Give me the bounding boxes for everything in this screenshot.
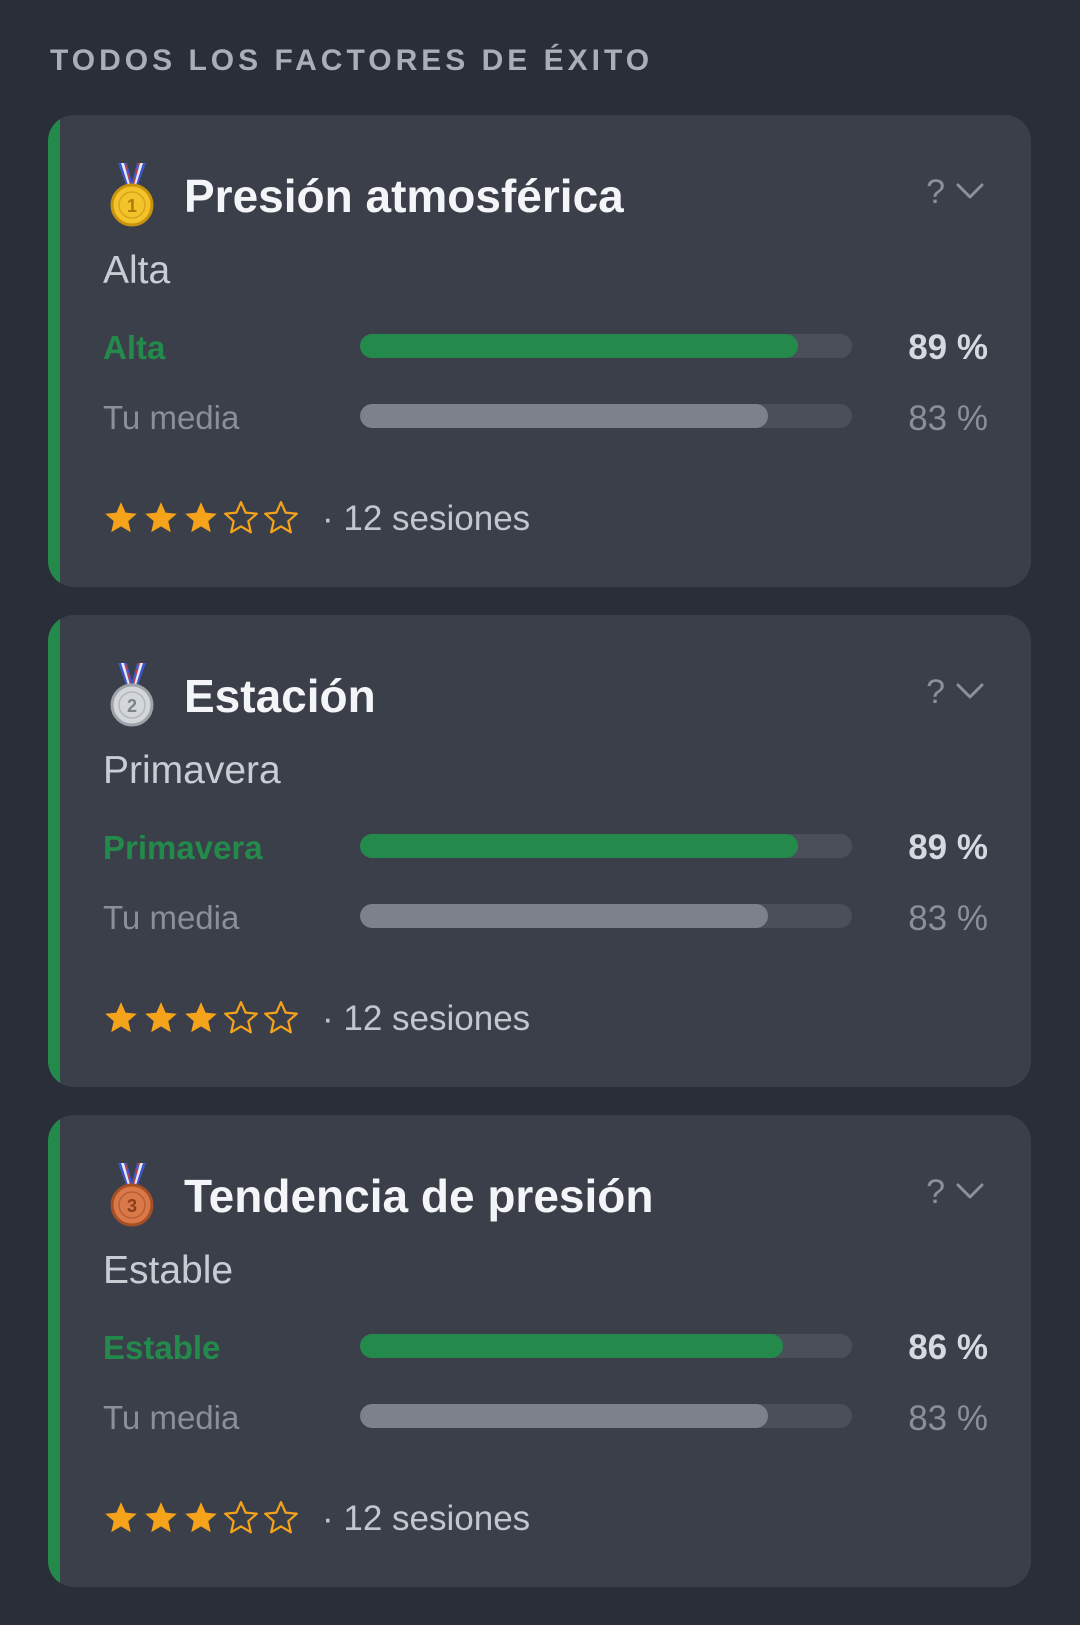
chevron-down-icon[interactable] <box>955 681 985 701</box>
main-progress-fill <box>360 334 798 358</box>
star-filled-icon <box>185 1502 217 1533</box>
main-progress-bar <box>360 334 852 358</box>
star-filled-icon <box>105 502 137 533</box>
average-percentage: 83 % <box>908 1399 988 1438</box>
star-empty-icon <box>224 501 258 534</box>
average-label: Tu media <box>103 1399 240 1436</box>
average-progress-fill <box>360 1404 769 1428</box>
factor-title: Tendencia de presión <box>184 1170 654 1222</box>
average-percentage: 83 % <box>908 399 988 438</box>
star-filled-icon <box>105 1502 137 1533</box>
star-filled-icon <box>105 1002 137 1033</box>
factor-title: Estación <box>184 670 376 722</box>
factor-value: Alta <box>103 249 171 292</box>
average-label: Tu media <box>103 899 240 936</box>
help-icon[interactable]: ? <box>926 673 945 712</box>
factor-card[interactable]: 3 Tendencia de presión ? Estable Estable… <box>48 1115 1031 1587</box>
average-progress-fill <box>360 404 769 428</box>
help-icon[interactable]: ? <box>926 173 945 212</box>
star-empty-icon <box>224 1001 258 1034</box>
star-filled-icon <box>185 502 217 533</box>
average-progress-bar <box>360 904 852 928</box>
medal-number: 3 <box>127 1196 137 1216</box>
main-percentage: 86 % <box>908 1328 988 1367</box>
star-rating <box>102 999 302 1039</box>
factor-value: Primavera <box>103 749 281 792</box>
star-filled-icon <box>145 1002 177 1033</box>
star-rating <box>102 1499 302 1539</box>
medal-number: 1 <box>127 196 137 216</box>
main-percentage: 89 % <box>908 328 988 367</box>
factor-card[interactable]: 2 Estación ? Primavera Primavera 89 % Tu… <box>48 615 1031 1087</box>
main-progress-fill <box>360 834 798 858</box>
average-label: Tu media <box>103 399 240 436</box>
chevron-down-icon[interactable] <box>955 181 985 201</box>
star-empty-icon <box>264 501 298 534</box>
medal-number: 2 <box>127 696 137 716</box>
section-title: TODOS LOS FACTORES DE ÉXITO <box>50 44 654 77</box>
average-progress-fill <box>360 904 769 928</box>
main-label: Alta <box>103 329 166 366</box>
factor-value: Estable <box>103 1249 234 1292</box>
main-percentage: 89 % <box>908 828 988 867</box>
chevron-down-icon[interactable] <box>955 1181 985 1201</box>
star-filled-icon <box>145 502 177 533</box>
gold-medal-icon: 1 <box>110 163 154 227</box>
factor-card[interactable]: 1 Presión atmosférica ? Alta Alta 89 % T… <box>48 115 1031 587</box>
sessions-count: · 12 sesiones <box>322 1499 531 1538</box>
factor-title: Presión atmosférica <box>184 170 624 222</box>
silver-medal-icon: 2 <box>110 663 154 727</box>
main-progress-bar <box>360 1334 852 1358</box>
bronze-medal-icon: 3 <box>110 1163 154 1227</box>
star-filled-icon <box>145 1502 177 1533</box>
help-icon[interactable]: ? <box>926 1173 945 1212</box>
main-label: Primavera <box>103 829 263 866</box>
sessions-count: · 12 sesiones <box>322 999 531 1038</box>
average-percentage: 83 % <box>908 899 988 938</box>
star-empty-icon <box>264 1501 298 1534</box>
sessions-count: · 12 sesiones <box>322 499 531 538</box>
main-progress-bar <box>360 834 852 858</box>
main-label: Estable <box>103 1329 221 1366</box>
star-filled-icon <box>185 1002 217 1033</box>
main-progress-fill <box>360 1334 784 1358</box>
average-progress-bar <box>360 1404 852 1428</box>
average-progress-bar <box>360 404 852 428</box>
star-empty-icon <box>224 1501 258 1534</box>
star-rating <box>102 499 302 539</box>
star-empty-icon <box>264 1001 298 1034</box>
